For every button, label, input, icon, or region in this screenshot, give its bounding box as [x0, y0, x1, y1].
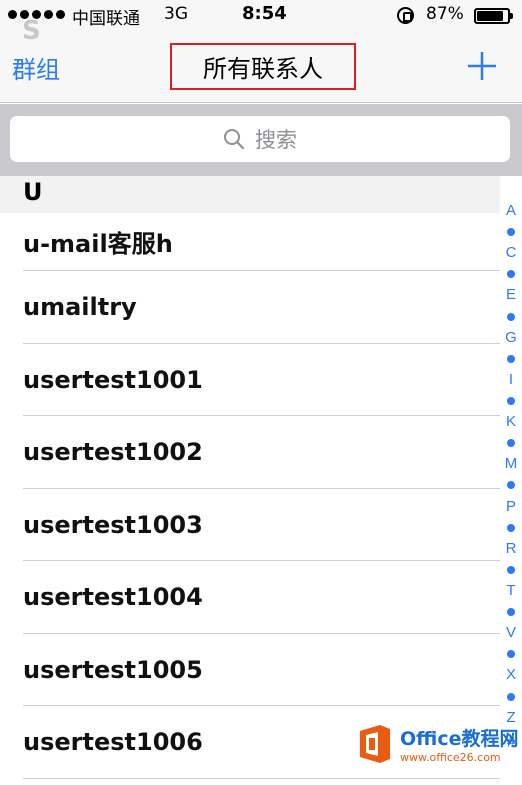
- scroll-ghost-letter: S: [22, 16, 41, 46]
- search-icon: [224, 129, 245, 150]
- contact-row[interactable]: usertest1005: [0, 634, 500, 707]
- contact-row[interactable]: usertest1001: [0, 344, 500, 417]
- index-letter[interactable]: P: [506, 498, 516, 515]
- index-letter[interactable]: V: [506, 625, 516, 641]
- contact-name: usertest1005: [23, 655, 203, 684]
- status-time: 8:54: [242, 3, 287, 24]
- index-dot[interactable]: [507, 312, 515, 321]
- contact-name: usertest1004: [23, 583, 203, 612]
- index-dot[interactable]: [507, 523, 515, 532]
- battery-percent: 87%: [426, 4, 464, 24]
- index-dot[interactable]: [507, 608, 515, 617]
- groups-button[interactable]: 群组: [12, 50, 60, 85]
- carrier-name: 中国联通: [72, 9, 140, 29]
- section-index-bar[interactable]: A C E G I K M P R T V X Z #: [500, 203, 522, 751]
- index-dot[interactable]: [507, 692, 515, 701]
- contact-row[interactable]: u-mail客服h: [0, 213, 500, 271]
- watermark: Office教程网 www.office26.com: [356, 712, 522, 776]
- index-letter[interactable]: A: [506, 203, 516, 219]
- index-letter[interactable]: X: [506, 667, 516, 683]
- contact-row[interactable]: usertest1002: [0, 416, 500, 489]
- index-letter[interactable]: K: [506, 414, 516, 430]
- contacts-screen: 中国联通 3G 8:54 87% S 群组 所有联系人 搜索 U u-mail客…: [0, 0, 522, 785]
- section-letter: U: [23, 178, 43, 206]
- rotation-lock-icon: [397, 7, 414, 24]
- contact-row[interactable]: umailtry: [0, 271, 500, 344]
- network-type: 3G: [164, 4, 188, 24]
- contact-name: usertest1003: [23, 510, 203, 539]
- contact-name: u-mail客服h: [23, 230, 173, 258]
- watermark-url: www.office26.com: [400, 751, 501, 764]
- plus-icon: [468, 52, 496, 80]
- search-placeholder: 搜索: [255, 128, 297, 152]
- navigation-bar: S 群组 所有联系人: [0, 16, 522, 103]
- contact-name: usertest1001: [23, 365, 203, 394]
- contact-list: u-mail客服h umailtry usertest1001 usertest…: [0, 213, 500, 779]
- contact-name: usertest1002: [23, 438, 203, 467]
- contact-row[interactable]: usertest1003: [0, 489, 500, 562]
- title-highlight-box: 所有联系人: [170, 43, 356, 90]
- search-bar: 搜索: [0, 104, 522, 176]
- index-dot[interactable]: [507, 650, 515, 659]
- contact-name: umailtry: [23, 293, 137, 322]
- index-letter[interactable]: R: [506, 540, 517, 557]
- index-dot[interactable]: [507, 354, 515, 363]
- index-dot[interactable]: [507, 270, 515, 279]
- index-dot[interactable]: [507, 439, 515, 448]
- index-dot[interactable]: [507, 565, 515, 574]
- section-header: U: [0, 176, 500, 213]
- battery-icon: [474, 8, 513, 24]
- index-dot[interactable]: [507, 396, 515, 405]
- add-contact-button[interactable]: [466, 50, 498, 82]
- contact-row[interactable]: usertest1004: [0, 561, 500, 634]
- index-dot[interactable]: [507, 481, 515, 490]
- office-logo-icon: [360, 725, 390, 763]
- search-input[interactable]: 搜索: [10, 116, 510, 162]
- index-letter[interactable]: C: [506, 245, 517, 261]
- index-letter[interactable]: E: [506, 287, 516, 303]
- index-dot[interactable]: [507, 228, 515, 237]
- page-title: 所有联系人: [203, 55, 323, 83]
- status-bar: 中国联通 3G 8:54 87%: [0, 0, 522, 32]
- watermark-brand: Office教程网: [400, 728, 519, 750]
- index-letter[interactable]: G: [505, 329, 517, 346]
- index-letter[interactable]: I: [509, 371, 513, 388]
- index-letter[interactable]: M: [505, 456, 518, 472]
- index-letter[interactable]: T: [506, 582, 515, 599]
- contact-name: usertest1006: [23, 728, 203, 757]
